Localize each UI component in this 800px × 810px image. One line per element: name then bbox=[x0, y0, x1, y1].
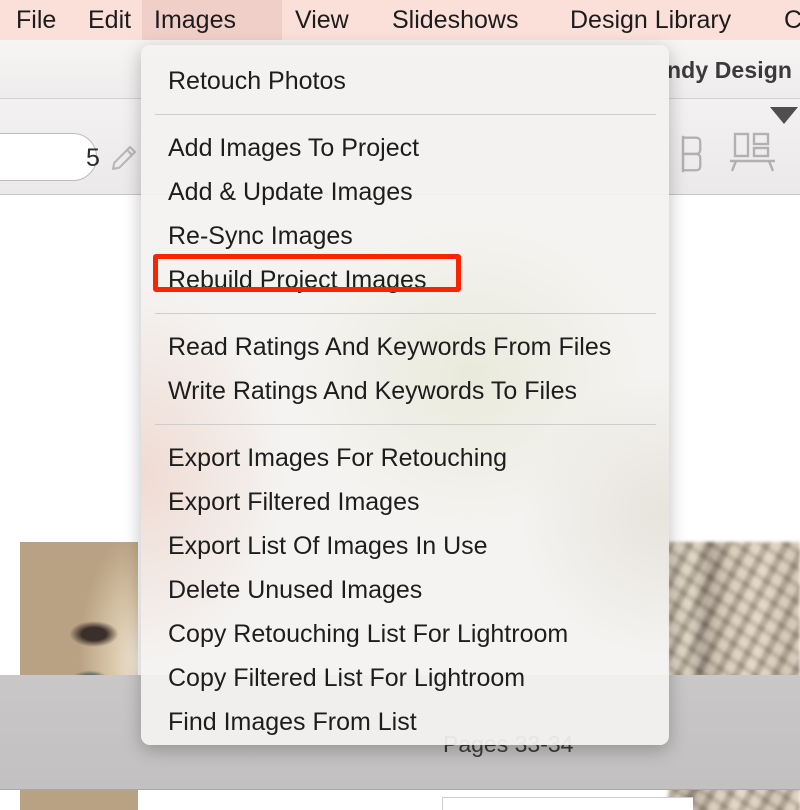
menu-item-add-images-to-project[interactable]: Add Images To Project bbox=[141, 126, 669, 170]
menu-item-export-images-for-retouching[interactable]: Export Images For Retouching bbox=[141, 436, 669, 480]
menu-item-re-sync-images[interactable]: Re-Sync Images bbox=[141, 214, 669, 258]
menu-item-copy-filtered-list-for-lightroom[interactable]: Copy Filtered List For Lightroom bbox=[141, 656, 669, 700]
menubar-item-view[interactable]: View bbox=[283, 0, 379, 40]
menu-separator bbox=[155, 313, 656, 314]
menubar-item-design-library[interactable]: Design Library bbox=[558, 0, 758, 40]
screenshot-root: ndy Design 5 File Edit Images View Slide… bbox=[0, 0, 800, 810]
menu-separator bbox=[155, 424, 656, 425]
images-menu-dropdown: Retouch Photos Add Images To Project Add &… bbox=[141, 45, 669, 745]
menubar-item-c[interactable]: C bbox=[772, 0, 800, 40]
page-number-field[interactable] bbox=[0, 133, 97, 181]
menubar-item-images[interactable]: Images bbox=[142, 0, 282, 40]
menu-bar-items: File Edit Images View Slideshows Design Libra… bbox=[0, 0, 800, 40]
filmstrip-slot[interactable] bbox=[442, 797, 693, 810]
window-title: ndy Design bbox=[667, 57, 792, 83]
menu-bar: File Edit Images View Slideshows Design Libra… bbox=[0, 0, 800, 40]
menu-item-retouch-photos[interactable]: Retouch Photos bbox=[141, 59, 669, 103]
menu-item-read-ratings-and-keywords-from-files[interactable]: Read Ratings And Keywords From Files bbox=[141, 325, 669, 369]
menu-item-export-list-of-images-in-use[interactable]: Export List Of Images In Use bbox=[141, 524, 669, 568]
menu-item-rebuild-project-images[interactable]: Rebuild Project Images bbox=[141, 258, 669, 302]
page-number-value: 5 bbox=[86, 144, 100, 172]
menubar-item-slideshows[interactable]: Slideshows bbox=[380, 0, 556, 40]
menu-item-find-images-from-list[interactable]: Find Images From List bbox=[141, 700, 669, 744]
menu-item-copy-retouching-list-for-lightroom[interactable]: Copy Retouching List For Lightroom bbox=[141, 612, 669, 656]
layout-view-icon[interactable] bbox=[728, 130, 778, 176]
menu-item-write-ratings-and-keywords-to-files[interactable]: Write Ratings And Keywords To Files bbox=[141, 369, 669, 413]
menu-item-export-filtered-images[interactable]: Export Filtered Images bbox=[141, 480, 669, 524]
dropdown-caret-icon[interactable] bbox=[770, 107, 798, 124]
menu-item-list: Retouch Photos Add Images To Project Add &… bbox=[141, 45, 669, 745]
menu-separator bbox=[155, 114, 656, 115]
menu-item-add-update-images[interactable]: Add & Update Images bbox=[141, 170, 669, 214]
menu-item-delete-unused-images[interactable]: Delete Unused Images bbox=[141, 568, 669, 612]
pencil-icon[interactable] bbox=[108, 142, 140, 174]
menubar-item-file[interactable]: File bbox=[4, 0, 84, 40]
